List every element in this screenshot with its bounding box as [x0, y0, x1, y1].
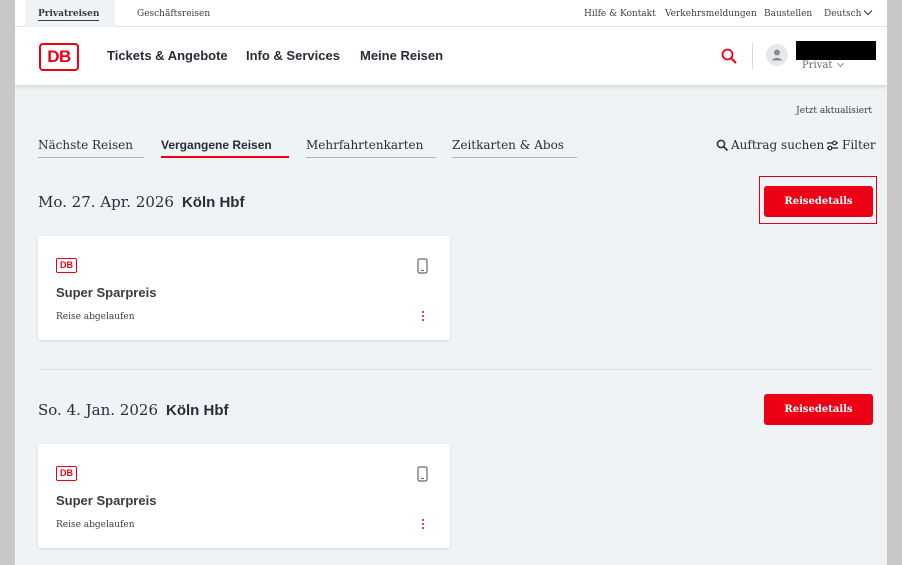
ticket-status: Reise abgelaufen — [56, 520, 135, 530]
help-contact-link[interactable]: Hilfe & Kontakt — [584, 0, 656, 27]
search-order-button[interactable]: Auftrag suchen — [716, 138, 824, 152]
nav-tickets-angebote[interactable]: Tickets & Angebote — [107, 27, 228, 85]
tab-privatreisen[interactable]: Privatreisen — [25, 0, 115, 27]
redacted-username — [796, 41, 876, 60]
ticket-title: Super Sparpreis — [56, 493, 157, 508]
ticket-card[interactable]: DB Super Sparpreis Reise abgelaufen — [38, 236, 450, 340]
user-icon — [771, 49, 783, 61]
mobile-device-icon — [417, 258, 428, 279]
nav-info-services[interactable]: Info & Services — [246, 27, 340, 85]
tab-mehrfahrtenkarten[interactable]: Mehrfahrtenkarten — [306, 138, 436, 158]
tab-vergangene-reisen[interactable]: Vergangene Reisen — [161, 138, 289, 158]
search-icon — [716, 139, 728, 151]
highlight-box — [759, 176, 877, 224]
more-options-icon[interactable] — [422, 519, 425, 529]
trip-header: So. 4. Jan. 2026 Köln Hbf — [38, 401, 229, 419]
trip-divider — [38, 369, 873, 370]
trip-details-button[interactable]: Reisedetails — [764, 394, 873, 425]
db-logo-icon: DB — [56, 466, 77, 481]
tab-zeitkarten-abos[interactable]: Zeitkarten & Abos — [452, 138, 577, 158]
nav-meine-reisen[interactable]: Meine Reisen — [360, 27, 443, 85]
ticket-status: Reise abgelaufen — [56, 312, 135, 322]
account-type-select[interactable]: Privat — [802, 59, 845, 71]
avatar[interactable] — [766, 44, 788, 66]
tab-naechste-reisen[interactable]: Nächste Reisen — [38, 138, 144, 158]
language-select[interactable]: Deutsch — [824, 0, 873, 27]
filter-icon — [827, 140, 838, 150]
tab-geschaeftsreisen[interactable]: Geschäftsreisen — [137, 0, 210, 27]
search-icon[interactable] — [720, 47, 738, 65]
ticket-title: Super Sparpreis — [56, 285, 157, 300]
ticket-card[interactable]: DB Super Sparpreis Reise abgelaufen — [38, 444, 450, 548]
more-options-icon[interactable] — [422, 311, 425, 321]
chevron-down-icon — [864, 6, 873, 16]
trip-header: Mo. 27. Apr. 2026 Köln Hbf — [38, 193, 245, 211]
page: Privatreisen Geschäftsreisen Hilfe & Kon… — [15, 0, 887, 565]
mobile-device-icon — [417, 466, 428, 487]
db-logo-icon: DB — [56, 258, 77, 273]
filter-button[interactable]: Filter — [826, 138, 876, 152]
db-logo[interactable]: DB — [39, 43, 79, 71]
meta-bar: Privatreisen Geschäftsreisen Hilfe & Kon… — [15, 0, 887, 27]
last-updated-text: Jetzt aktualisiert — [796, 106, 872, 116]
traffic-reports-link[interactable]: Verkehrsmeldungen — [665, 0, 757, 27]
header-divider — [752, 43, 753, 69]
main-header: DB Tickets & Angebote Info & Services Me… — [15, 27, 887, 85]
construction-link[interactable]: Baustellen — [764, 0, 812, 27]
chevron-down-icon — [837, 59, 845, 68]
